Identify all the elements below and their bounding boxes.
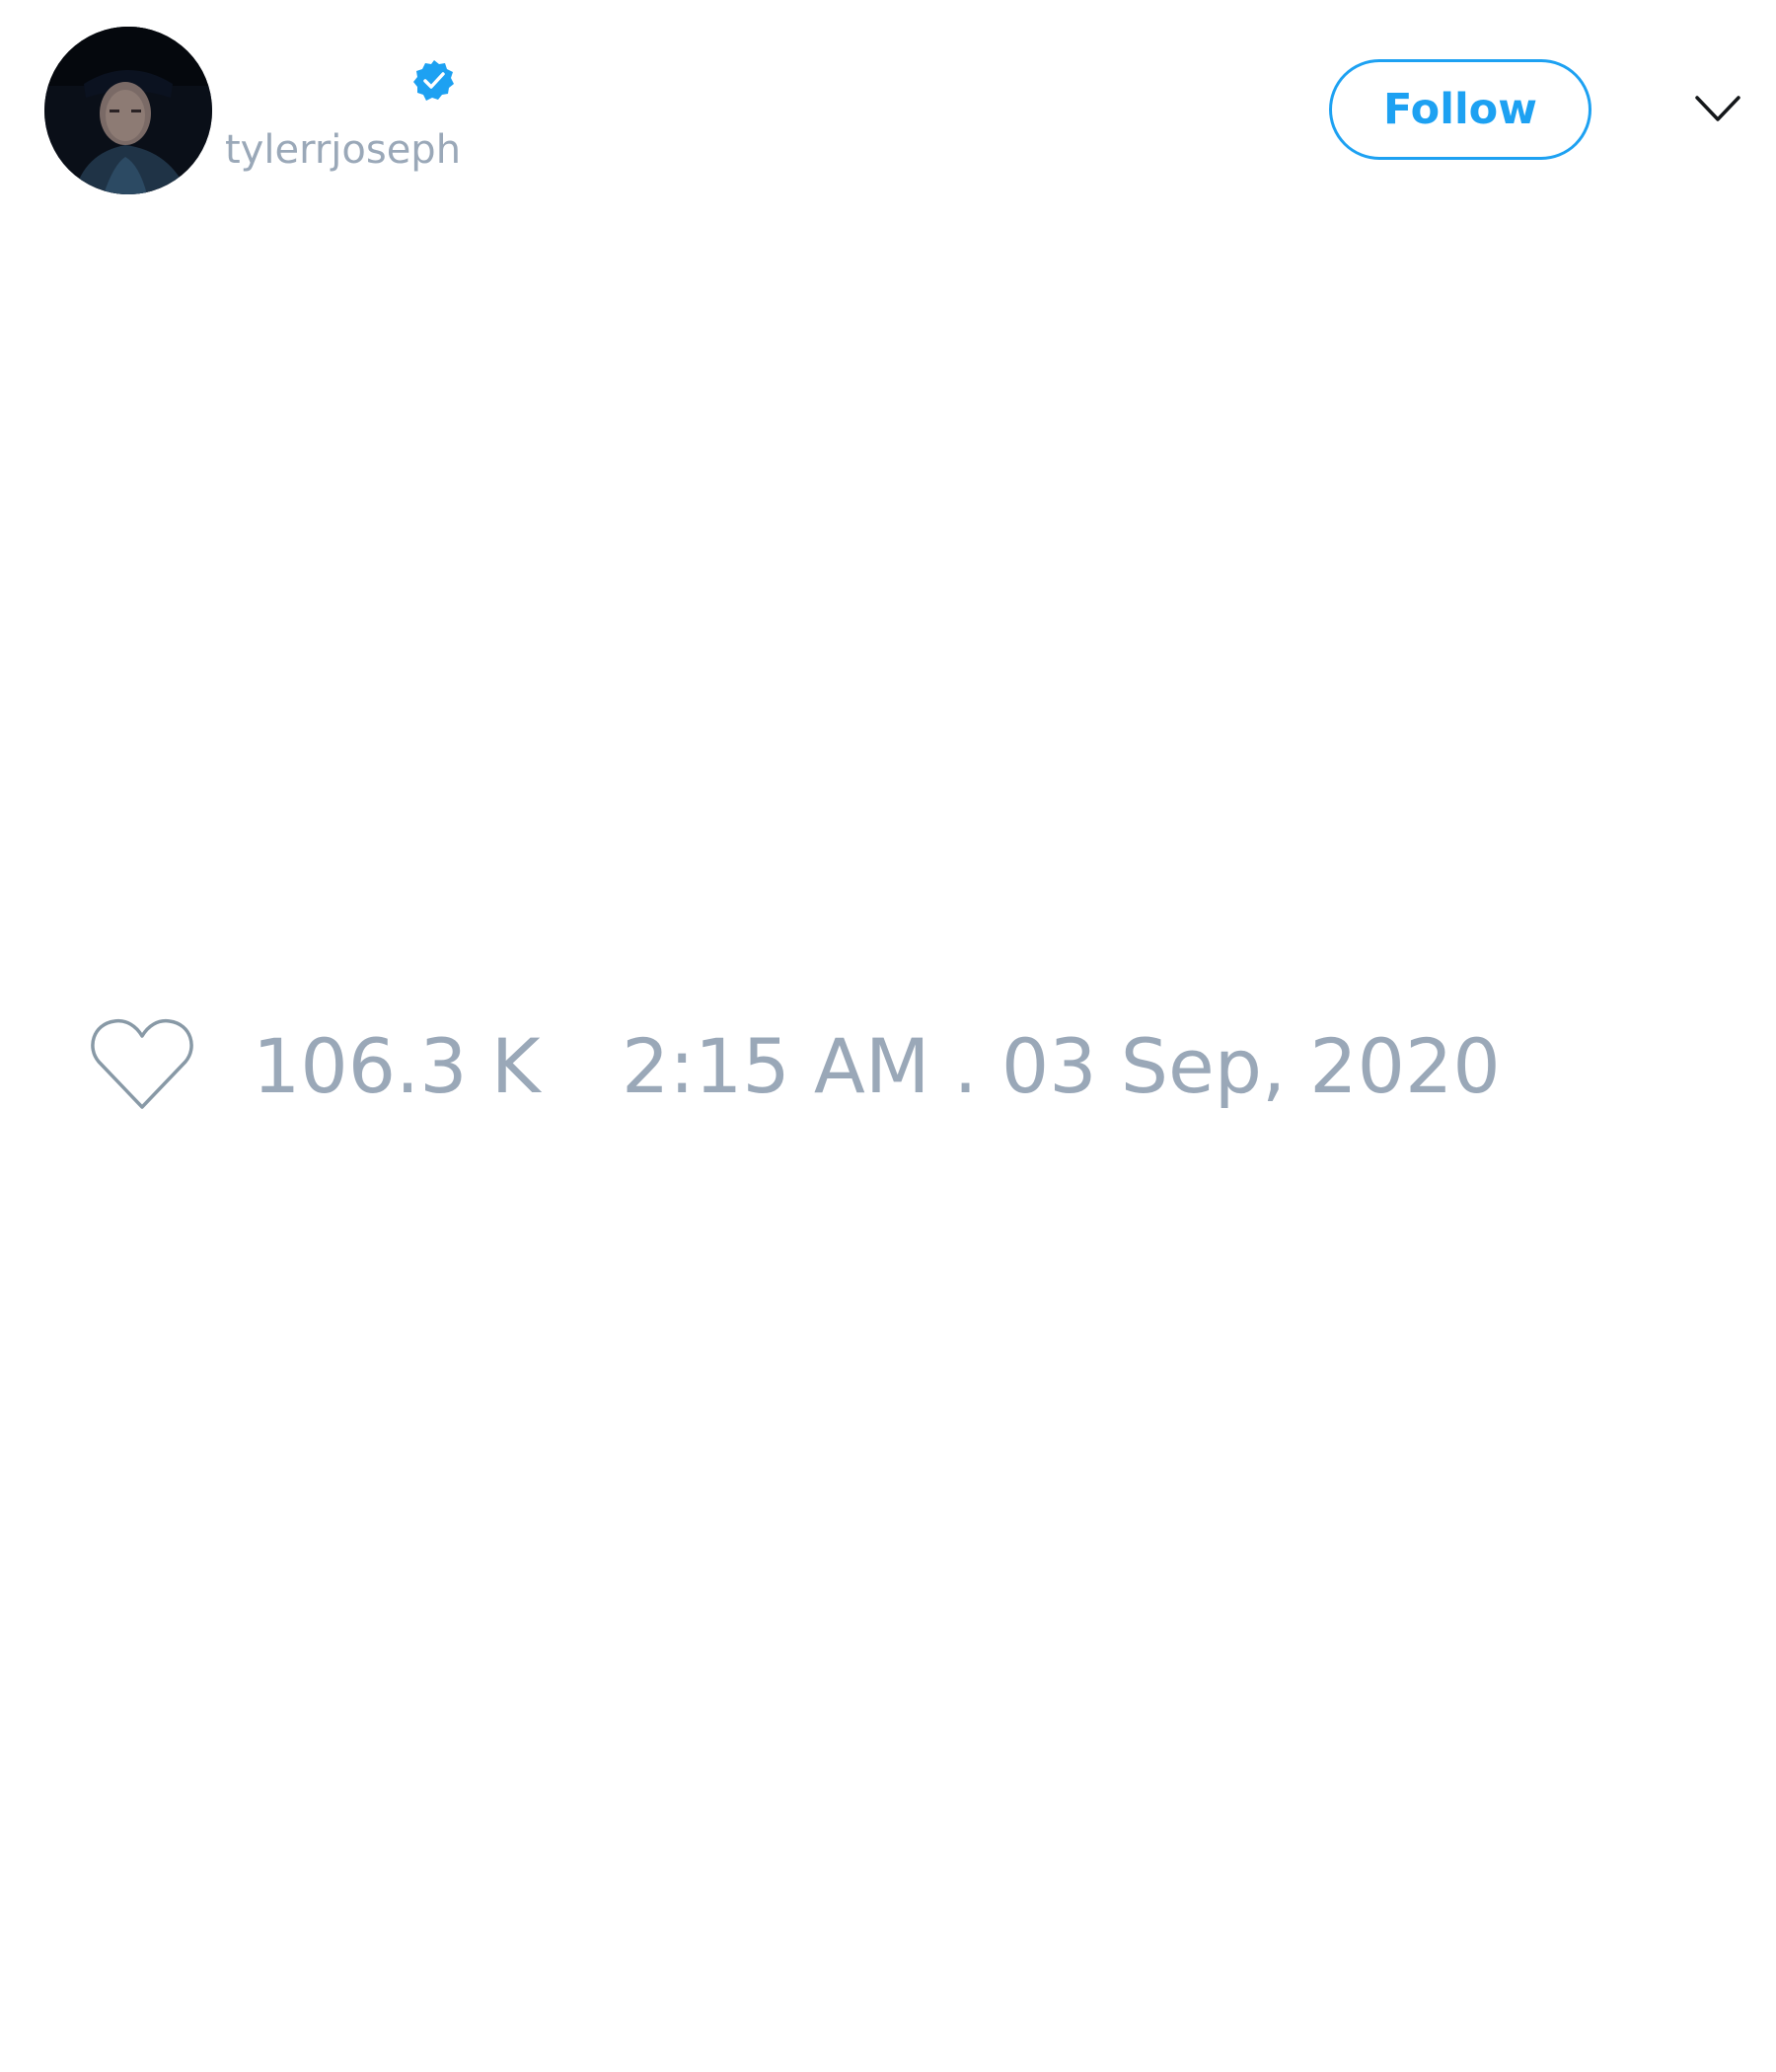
tweet-card: tylerrjoseph Follow 106.3 K 2:15 AM . 03…: [0, 0, 1776, 2072]
avatar[interactable]: [44, 27, 212, 194]
chevron-down-icon[interactable]: [1694, 94, 1741, 125]
follow-button[interactable]: Follow: [1329, 59, 1591, 160]
tweet-timestamp[interactable]: 2:15 AM . 03 Sep, 2020: [622, 1022, 1501, 1111]
heart-icon[interactable]: [89, 1016, 195, 1113]
like-count: 106.3 K: [253, 1022, 541, 1110]
avatar-photo: [44, 27, 212, 194]
verified-badge-icon: [413, 60, 454, 101]
tweet-stats-row: 106.3 K 2:15 AM . 03 Sep, 2020: [0, 1004, 1776, 1123]
author-handle[interactable]: tylerrjoseph: [225, 126, 461, 174]
